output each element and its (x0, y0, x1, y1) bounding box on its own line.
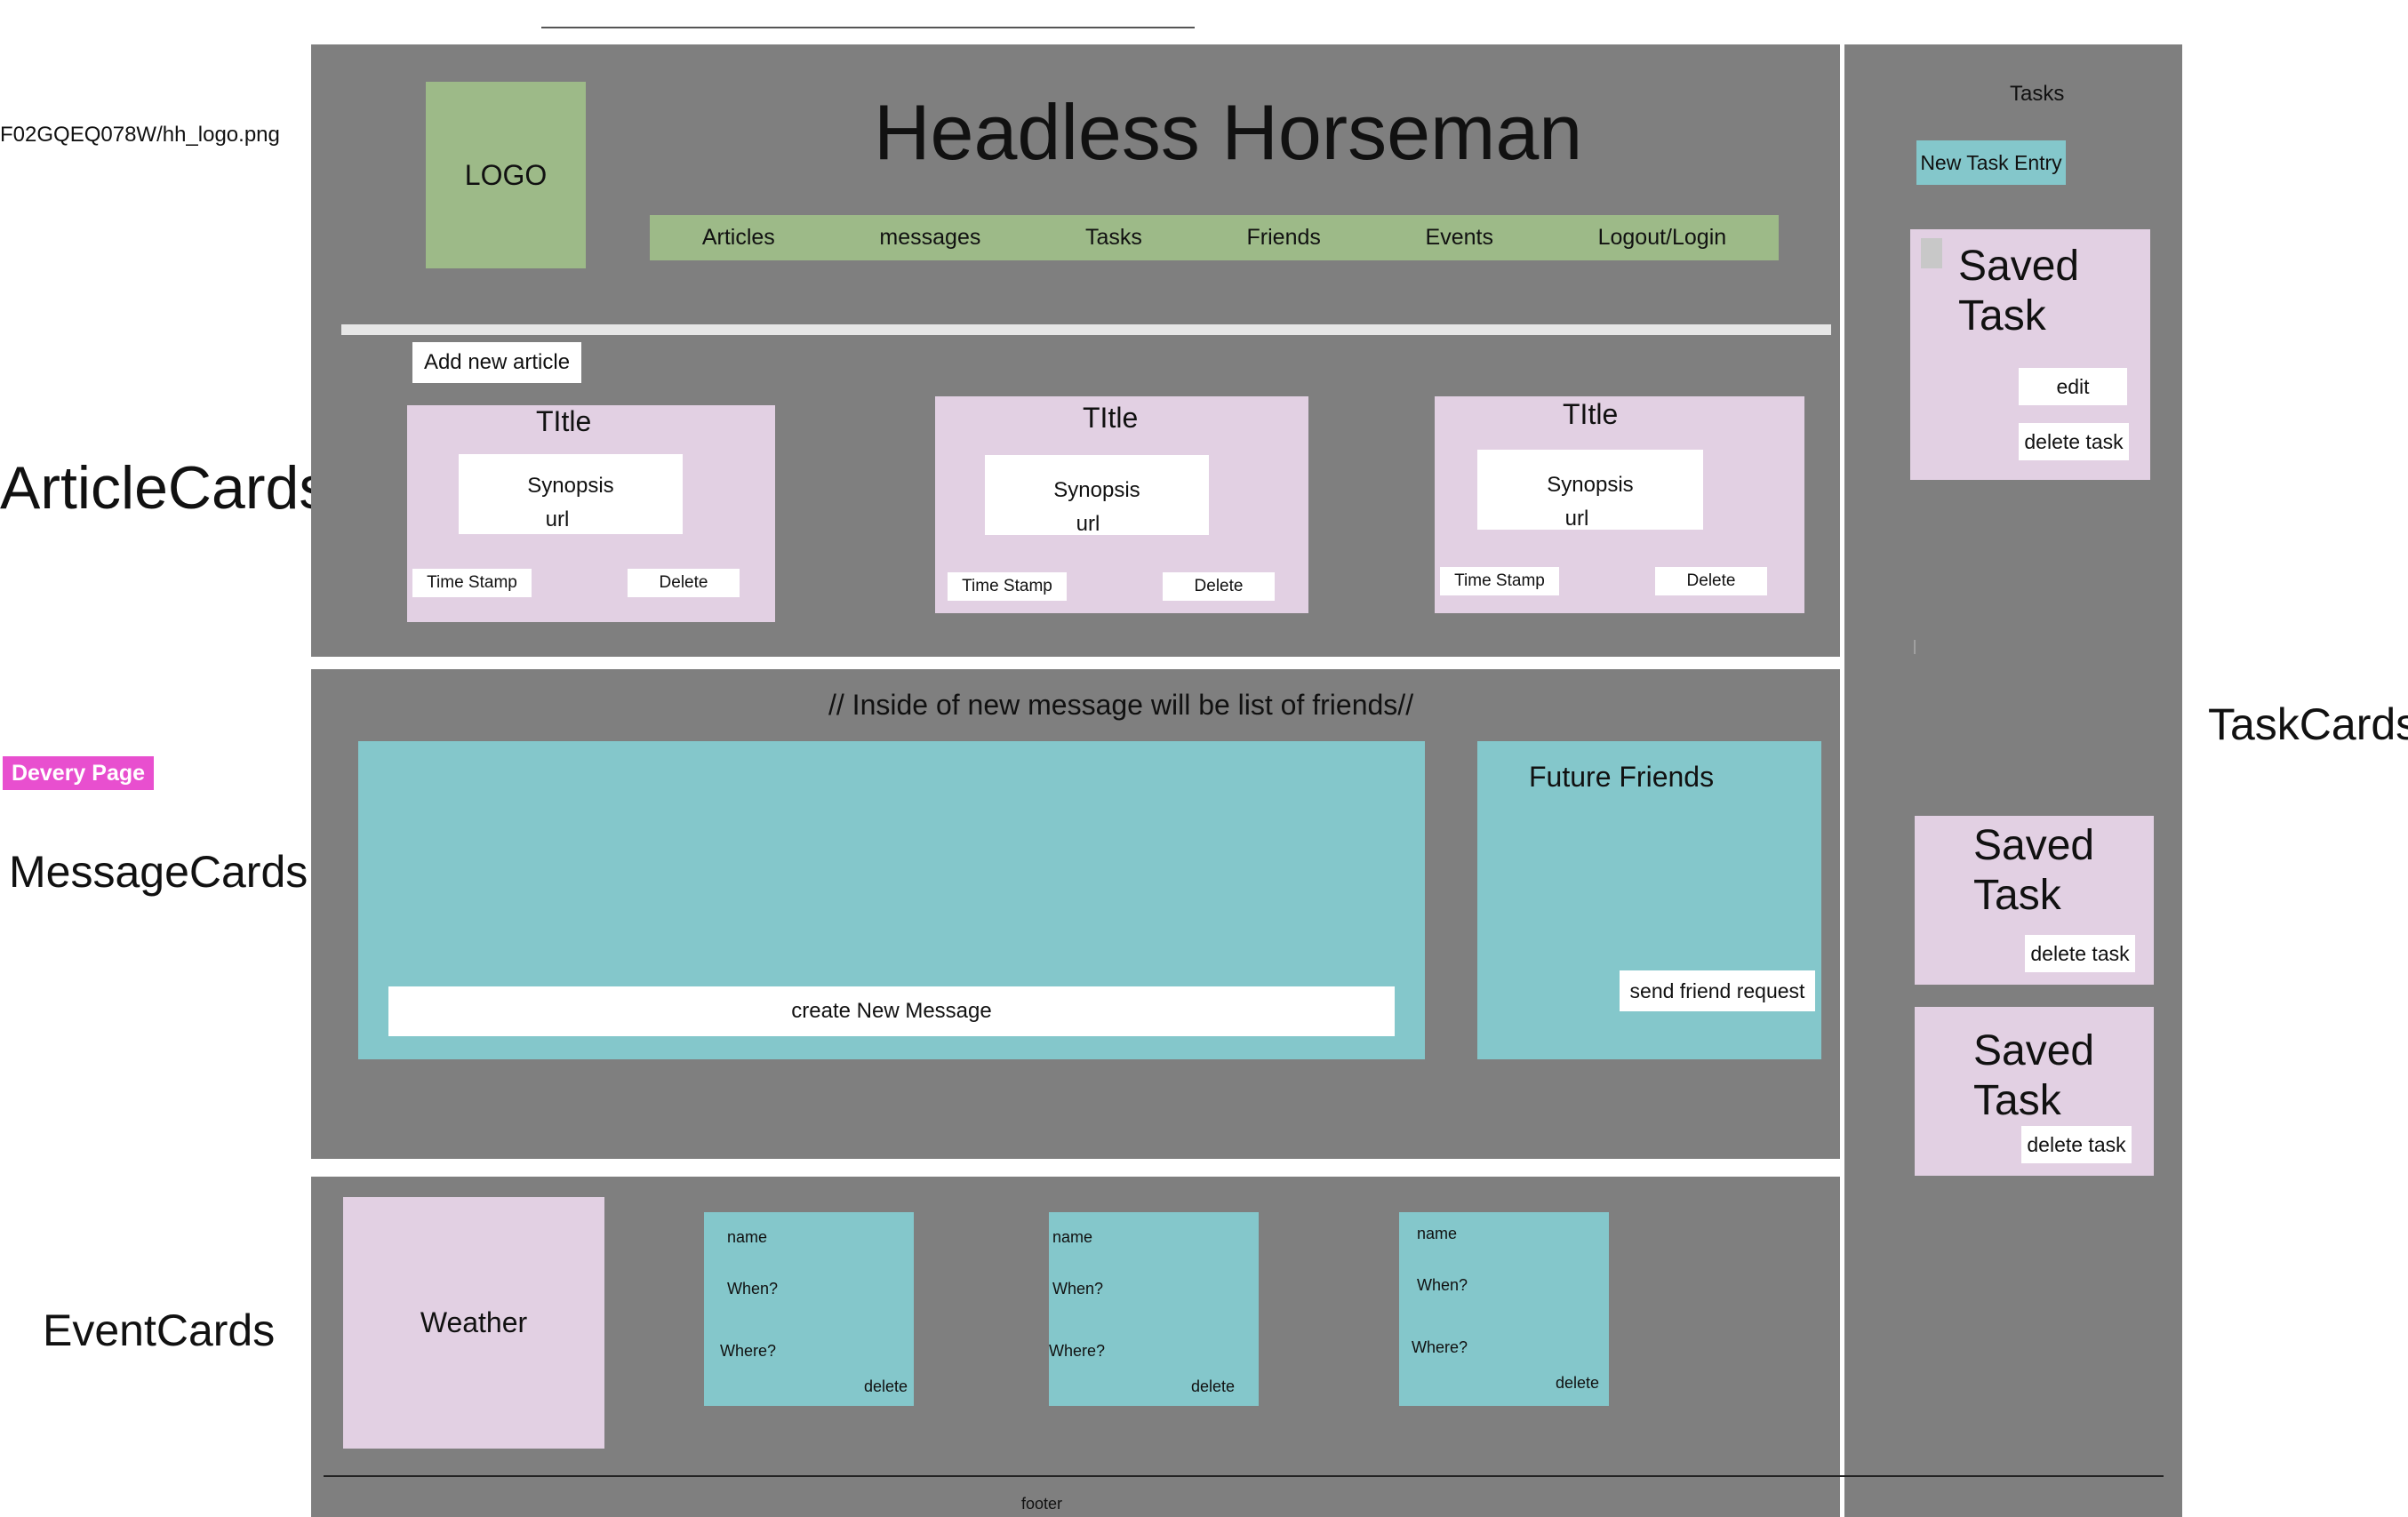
article-synopsis-box: Synopsis url (985, 455, 1209, 537)
article-synopsis: Synopsis (1053, 478, 1140, 502)
weather-card: Weather (343, 1197, 604, 1449)
nav-events[interactable]: Events (1426, 225, 1493, 251)
sidebar-marker (1914, 640, 1916, 654)
event-delete-button[interactable]: delete (864, 1377, 908, 1396)
article-timestamp: Time Stamp (948, 572, 1067, 601)
article-url[interactable]: url (459, 507, 656, 532)
top-divider-line (541, 27, 1195, 28)
create-message-button[interactable]: create New Message (388, 986, 1395, 1036)
article-timestamp: Time Stamp (412, 569, 532, 597)
task-delete-button[interactable]: delete task (2021, 1126, 2132, 1163)
task-cards-label: TaskCards (2208, 699, 2408, 749)
article-delete-button[interactable]: Delete (628, 569, 740, 597)
message-cards-label: MessageCards (9, 847, 308, 897)
article-cards-label: ArticleCards (0, 454, 330, 522)
task-title: Saved Task (1973, 1027, 2095, 1124)
header-divider (341, 324, 1831, 335)
messages-divider (311, 1159, 1840, 1177)
article-url[interactable]: url (985, 512, 1191, 537)
nav-tasks[interactable]: Tasks (1085, 225, 1142, 251)
article-card: TItle Synopsis url Time Stamp Delete (1435, 396, 1804, 613)
task-card: Saved Task edit delete task (1910, 229, 2150, 480)
event-name: name (1052, 1228, 1093, 1246)
event-name: name (727, 1228, 768, 1246)
event-cards-label: EventCards (43, 1305, 276, 1355)
site-title: Headless Horseman (874, 88, 1583, 176)
event-card: name When? Where? delete (1399, 1212, 1609, 1406)
task-delete-button[interactable]: delete task (2019, 423, 2129, 460)
task-checkbox[interactable] (1921, 238, 1942, 268)
article-synopsis-box: Synopsis url (459, 454, 683, 534)
devery-page-badge[interactable]: Devery Page (3, 756, 154, 790)
event-delete-button[interactable]: delete (1191, 1377, 1235, 1396)
send-friend-request-button[interactable]: send friend request (1620, 970, 1815, 1011)
friends-panel: Future Friends send friend request (1477, 741, 1821, 1059)
event-where: Where? (720, 1342, 777, 1360)
nav-articles[interactable]: Articles (702, 225, 775, 251)
event-card: name When? Where? delete (704, 1212, 914, 1406)
article-title: TItle (1563, 398, 1619, 430)
article-delete-button[interactable]: Delete (1163, 572, 1275, 601)
event-when: When? (1052, 1280, 1104, 1297)
article-timestamp: Time Stamp (1440, 567, 1559, 595)
articles-divider (311, 657, 1840, 669)
task-card: Saved Task delete task (1915, 1007, 2154, 1176)
nav-messages[interactable]: messages (879, 225, 980, 251)
nav-bar: Articles messages Tasks Friends Events L… (650, 215, 1779, 260)
article-title: TItle (536, 405, 592, 437)
event-card: name When? Where? delete (1049, 1212, 1259, 1406)
article-card: TItle Synopsis url Time Stamp Delete (935, 396, 1308, 613)
nav-friends[interactable]: Friends (1247, 225, 1321, 251)
new-task-entry-button[interactable]: New Task Entry (1916, 140, 2066, 185)
footer-line (324, 1475, 2164, 1477)
event-when: When? (727, 1280, 779, 1297)
event-where: Where? (1412, 1338, 1468, 1356)
article-synopsis: Synopsis (527, 474, 614, 498)
nav-logout-login[interactable]: Logout/Login (1598, 225, 1727, 251)
article-synopsis: Synopsis (1547, 473, 1634, 497)
article-url[interactable]: url (1477, 507, 1676, 531)
task-edit-button[interactable]: edit (2019, 368, 2127, 405)
article-title: TItle (1083, 402, 1139, 434)
logo[interactable]: LOGO (426, 82, 586, 268)
article-synopsis-box: Synopsis url (1477, 450, 1703, 531)
event-when: When? (1417, 1276, 1468, 1294)
footer: footer (1021, 1495, 1063, 1513)
add-article-button[interactable]: Add new article (412, 342, 581, 383)
logo-path-label: F02GQEQ078W/hh_logo.png (0, 123, 280, 147)
task-title: Saved Task (1973, 822, 2095, 919)
article-delete-button[interactable]: Delete (1655, 567, 1767, 595)
task-title: Saved Task (1958, 243, 2080, 339)
message-panel: create New Message (358, 741, 1425, 1059)
friends-title: Future Friends (1529, 761, 1715, 793)
task-card: Saved Task delete task (1915, 816, 2154, 985)
event-delete-button[interactable]: delete (1556, 1374, 1599, 1393)
message-note: // Inside of new message will be list of… (828, 689, 1414, 721)
tasks-heading: Tasks (2010, 82, 2065, 106)
task-delete-button[interactable]: delete task (2025, 935, 2135, 972)
event-where: Where? (1049, 1342, 1106, 1360)
article-card: TItle Synopsis url Time Stamp Delete (407, 405, 775, 622)
event-name: name (1417, 1225, 1458, 1242)
